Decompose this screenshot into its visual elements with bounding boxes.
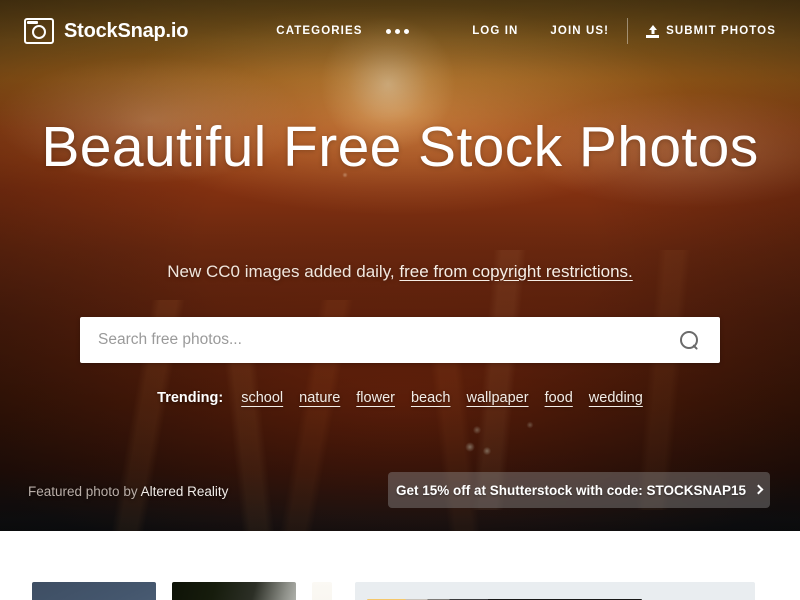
nav-item-categories[interactable]: CATEGORIES [276, 25, 362, 37]
trending-label: Trending: [157, 390, 224, 406]
upload-icon [646, 25, 660, 38]
promo-label: Get 15% off at Shutterstock with code: S… [395, 482, 747, 498]
gallery-thumbnail[interactable] [32, 582, 156, 600]
ellipsis-dot [395, 28, 401, 34]
ellipsis-dot [386, 28, 392, 34]
gallery-thumbnail[interactable] [312, 582, 332, 600]
trending-tag-wedding[interactable]: wedding [589, 390, 643, 406]
camera-icon [24, 18, 54, 44]
trending-tag-flower[interactable]: flower [356, 390, 395, 406]
hero-content: Beautiful Free Stock Photos New CC0 imag… [0, 0, 800, 531]
chevron-right-icon [753, 484, 764, 495]
brand-name: StockSnap.io [64, 19, 189, 42]
trending-tag-nature[interactable]: nature [299, 390, 340, 406]
trending-tags: Trending: school nature flower beach wal… [0, 390, 800, 406]
search-icon [680, 331, 698, 349]
nav-item-log-in[interactable]: LOG IN [472, 25, 518, 37]
featured-photo-author[interactable]: Altered Reality [141, 484, 229, 499]
hero-subtitle: New CC0 images added daily, free from co… [0, 262, 800, 282]
upload-icon-base [646, 35, 660, 38]
nav-secondary-links: LOG IN JOIN US! SUBMIT PHOTOS [472, 18, 776, 44]
shutterstock-promo-button[interactable]: Get 15% off at Shutterstock with code: S… [388, 472, 770, 508]
nav-item-join-us[interactable]: JOIN US! [550, 25, 609, 37]
photo-gallery [0, 531, 800, 600]
featured-photo-credit: Featured photo by Altered Reality [28, 484, 228, 499]
search-input[interactable] [98, 317, 672, 363]
search-button[interactable] [672, 323, 706, 357]
copyright-link[interactable]: free from copyright restrictions. [399, 262, 632, 281]
ellipsis-icon[interactable] [384, 25, 411, 38]
trending-tag-beach[interactable]: beach [411, 390, 451, 406]
trending-tag-school[interactable]: school [241, 390, 283, 406]
trending-tag-wallpaper[interactable]: wallpaper [466, 390, 528, 406]
brand-logo[interactable]: StockSnap.io [24, 18, 188, 44]
nav-item-submit-photos[interactable]: SUBMIT PHOTOS [646, 25, 776, 38]
gallery-thumbnail[interactable] [172, 582, 296, 600]
page-title: Beautiful Free Stock Photos [41, 115, 759, 179]
main-navigation: StockSnap.io CATEGORIES LOG IN JOIN US! … [0, 0, 800, 62]
submit-photos-label: SUBMIT PHOTOS [666, 25, 776, 37]
gallery-panel[interactable] [355, 582, 755, 600]
nav-divider [627, 18, 629, 44]
hero-banner: StockSnap.io CATEGORIES LOG IN JOIN US! … [0, 0, 800, 531]
trending-tag-food[interactable]: food [545, 390, 573, 406]
search-bar[interactable] [80, 317, 720, 363]
ellipsis-dot [404, 28, 410, 34]
hero-subtitle-text: New CC0 images added daily, [167, 262, 400, 281]
featured-photo-label: Featured photo by [28, 484, 141, 499]
nav-primary-links: CATEGORIES [276, 25, 411, 38]
